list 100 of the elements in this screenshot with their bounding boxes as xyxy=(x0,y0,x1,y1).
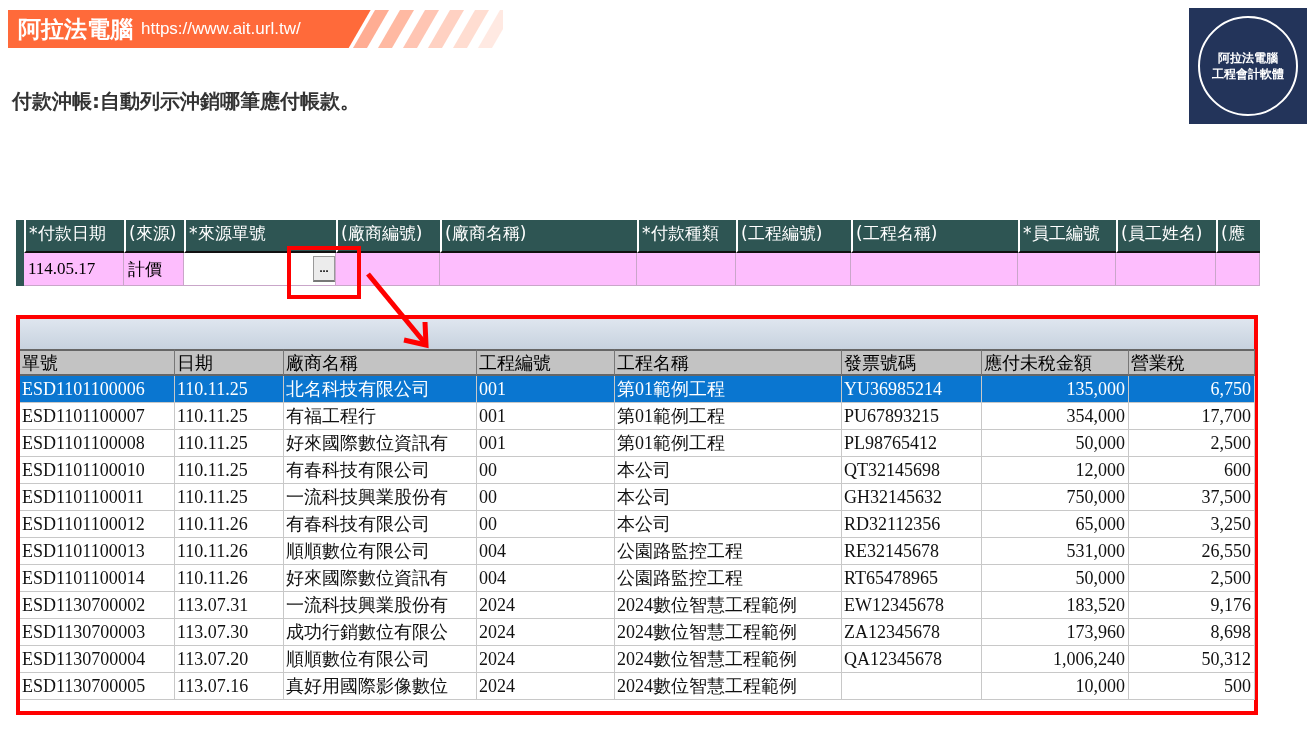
table-cell[interactable]: 00 xyxy=(477,484,615,511)
table-cell[interactable]: 一流科技興業股份有 xyxy=(284,592,477,619)
table-cell[interactable]: 50,312 xyxy=(1129,646,1255,673)
table-cell[interactable]: 有福工程行 xyxy=(284,403,477,430)
table-cell[interactable]: ESD1101100013 xyxy=(20,538,175,565)
table-cell[interactable]: 00 xyxy=(477,457,615,484)
table-cell[interactable]: 110.11.25 xyxy=(175,457,284,484)
table-cell[interactable]: 2,500 xyxy=(1129,565,1255,592)
table-cell[interactable]: QT32145698 xyxy=(842,457,982,484)
table-cell[interactable]: 750,000 xyxy=(982,484,1129,511)
table-cell[interactable]: 004 xyxy=(477,538,615,565)
table-cell[interactable]: 2,500 xyxy=(1129,430,1255,457)
table-cell[interactable]: 真好用國際影像數位 xyxy=(284,673,477,700)
table-cell[interactable]: 公園路監控工程 xyxy=(615,565,842,592)
table-cell[interactable]: EW12345678 xyxy=(842,592,982,619)
table-cell[interactable]: 2024數位智慧工程範例 xyxy=(615,592,842,619)
table-cell[interactable]: PL98765412 xyxy=(842,430,982,457)
table-cell[interactable]: 531,000 xyxy=(982,538,1129,565)
table-cell[interactable]: 1,006,240 xyxy=(982,646,1129,673)
lookup-button[interactable]: ... xyxy=(313,256,335,282)
table-cell[interactable]: 001 xyxy=(477,403,615,430)
table-cell[interactable]: 113.07.30 xyxy=(175,619,284,646)
table-cell[interactable]: 8,698 xyxy=(1129,619,1255,646)
table-cell[interactable]: 110.11.25 xyxy=(175,376,284,403)
table-cell[interactable]: 26,550 xyxy=(1129,538,1255,565)
table-cell[interactable]: 2024 xyxy=(477,619,615,646)
table-cell[interactable]: RT65478965 xyxy=(842,565,982,592)
table-cell[interactable]: 113.07.20 xyxy=(175,646,284,673)
table-cell[interactable]: 135,000 xyxy=(982,376,1129,403)
table-cell[interactable]: 001 xyxy=(477,376,615,403)
table-cell[interactable]: 354,000 xyxy=(982,403,1129,430)
table-cell[interactable]: ESD1130700003 xyxy=(20,619,175,646)
source-number-field[interactable]: ... xyxy=(184,253,336,286)
table-cell[interactable]: 本公司 xyxy=(615,484,842,511)
table-cell[interactable]: 004 xyxy=(477,565,615,592)
table-cell[interactable]: 00 xyxy=(477,511,615,538)
table-cell[interactable]: YU36985214 xyxy=(842,376,982,403)
table-cell[interactable]: ESD1101100006 xyxy=(20,376,175,403)
table-cell[interactable]: ZA12345678 xyxy=(842,619,982,646)
table-cell[interactable]: 110.11.26 xyxy=(175,565,284,592)
table-cell[interactable]: 183,520 xyxy=(982,592,1129,619)
table-cell[interactable]: 第01範例工程 xyxy=(615,430,842,457)
table-cell[interactable]: 6,750 xyxy=(1129,376,1255,403)
table-cell[interactable]: 9,176 xyxy=(1129,592,1255,619)
table-cell[interactable]: 2024數位智慧工程範例 xyxy=(615,673,842,700)
table-cell[interactable]: 2024數位智慧工程範例 xyxy=(615,646,842,673)
table-cell[interactable] xyxy=(842,673,982,700)
table-cell[interactable]: 50,000 xyxy=(982,430,1129,457)
table-cell[interactable]: 65,000 xyxy=(982,511,1129,538)
table-cell[interactable]: 有春科技有限公司 xyxy=(284,457,477,484)
table-cell[interactable]: ESD1130700004 xyxy=(20,646,175,673)
table-cell[interactable]: 500 xyxy=(1129,673,1255,700)
table-cell[interactable]: 好來國際數位資訊有 xyxy=(284,430,477,457)
table-cell[interactable]: 2024 xyxy=(477,646,615,673)
table-cell[interactable]: 113.07.31 xyxy=(175,592,284,619)
table-cell[interactable]: 37,500 xyxy=(1129,484,1255,511)
table-cell[interactable]: 本公司 xyxy=(615,457,842,484)
table-cell[interactable]: 110.11.26 xyxy=(175,511,284,538)
table-cell[interactable]: ESD1101100011 xyxy=(20,484,175,511)
table-cell[interactable]: PU67893215 xyxy=(842,403,982,430)
table-cell[interactable]: 第01範例工程 xyxy=(615,376,842,403)
table-cell[interactable]: 12,000 xyxy=(982,457,1129,484)
table-cell[interactable]: 2024 xyxy=(477,673,615,700)
table-cell[interactable]: ESD1101100012 xyxy=(20,511,175,538)
table-cell[interactable]: RD32112356 xyxy=(842,511,982,538)
table-cell[interactable]: 有春科技有限公司 xyxy=(284,511,477,538)
table-cell[interactable]: 110.11.25 xyxy=(175,403,284,430)
column-header: 發票號碼 xyxy=(842,349,982,376)
table-cell[interactable]: 173,960 xyxy=(982,619,1129,646)
table-cell[interactable]: 一流科技興業股份有 xyxy=(284,484,477,511)
table-cell[interactable]: RE32145678 xyxy=(842,538,982,565)
table-cell[interactable]: ESD1101100007 xyxy=(20,403,175,430)
table-cell[interactable]: GH32145632 xyxy=(842,484,982,511)
table-cell[interactable]: ESD1101100014 xyxy=(20,565,175,592)
table-cell[interactable]: 10,000 xyxy=(982,673,1129,700)
table-cell[interactable]: 成功行銷數位有限公 xyxy=(284,619,477,646)
table-cell[interactable]: 2024數位智慧工程範例 xyxy=(615,619,842,646)
column-header: 工程名稱 xyxy=(615,349,842,376)
table-cell[interactable]: 113.07.16 xyxy=(175,673,284,700)
table-cell[interactable]: 600 xyxy=(1129,457,1255,484)
table-cell[interactable]: 110.11.26 xyxy=(175,538,284,565)
table-cell[interactable]: ESD1130700005 xyxy=(20,673,175,700)
table-cell[interactable]: 順順數位有限公司 xyxy=(284,538,477,565)
table-cell[interactable]: 17,700 xyxy=(1129,403,1255,430)
table-cell[interactable]: 001 xyxy=(477,430,615,457)
table-cell[interactable]: QA12345678 xyxy=(842,646,982,673)
table-cell[interactable]: 110.11.25 xyxy=(175,484,284,511)
table-cell[interactable]: 北名科技有限公司 xyxy=(284,376,477,403)
table-cell[interactable]: 2024 xyxy=(477,592,615,619)
table-cell[interactable]: 好來國際數位資訊有 xyxy=(284,565,477,592)
table-cell[interactable]: 第01範例工程 xyxy=(615,403,842,430)
table-cell[interactable]: 本公司 xyxy=(615,511,842,538)
table-cell[interactable]: ESD1101100010 xyxy=(20,457,175,484)
table-cell[interactable]: 110.11.25 xyxy=(175,430,284,457)
table-cell[interactable]: ESD1130700002 xyxy=(20,592,175,619)
table-cell[interactable]: 3,250 xyxy=(1129,511,1255,538)
table-cell[interactable]: 公園路監控工程 xyxy=(615,538,842,565)
table-cell[interactable]: 50,000 xyxy=(982,565,1129,592)
table-cell[interactable]: 順順數位有限公司 xyxy=(284,646,477,673)
table-cell[interactable]: ESD1101100008 xyxy=(20,430,175,457)
